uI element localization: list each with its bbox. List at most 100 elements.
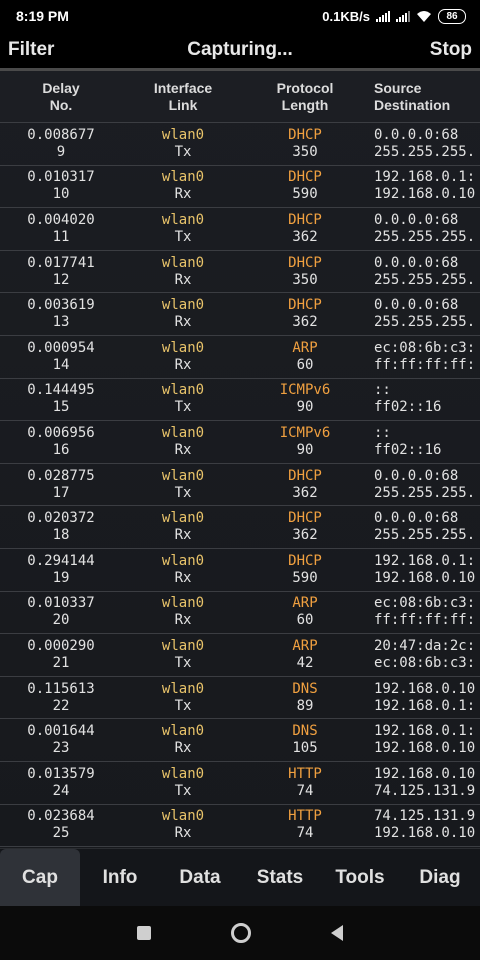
tab-data[interactable]: Data xyxy=(160,849,240,906)
table-row[interactable]: 0.294144 19 wlan0 Rx DHCP 590 192.168.0.1: 192.… xyxy=(0,549,480,592)
cell-link: Rx xyxy=(174,569,192,586)
cell-source: 192.168.0.10 xyxy=(374,765,476,782)
table-row[interactable]: 0.013579 24 wlan0 Tx HTTP 74 192.168.0.10 74.12… xyxy=(0,762,480,805)
table-row[interactable]: 0.001644 23 wlan0 Rx DNS 105 192.168.0.1: 192.1… xyxy=(0,719,480,762)
cell-delay: 0.008677 xyxy=(27,126,95,143)
cell-length: 362 xyxy=(292,527,318,544)
cell-no: 21 xyxy=(52,654,70,671)
table-row[interactable]: 0.003619 13 wlan0 Rx DHCP 362 0.0.0.0:68 255.25… xyxy=(0,293,480,336)
cell-protocol: ARP xyxy=(292,595,318,612)
cell-source: 192.168.0.10 xyxy=(374,680,476,697)
cell-destination: 192.168.0.10 xyxy=(374,740,476,757)
tab-tools[interactable]: Tools xyxy=(320,849,400,906)
header-protocol-length[interactable]: Protocol Length xyxy=(244,80,366,114)
cell-source: 74.125.131.9 xyxy=(374,808,476,825)
tab-info[interactable]: Info xyxy=(80,849,160,906)
tab-stats[interactable]: Stats xyxy=(240,849,320,906)
table-row[interactable]: 0.017741 12 wlan0 Rx DHCP 350 0.0.0.0:68 255.25… xyxy=(0,251,480,294)
cell-no: 19 xyxy=(52,569,70,586)
cell-destination: 74.125.131.9 xyxy=(374,782,476,799)
table-cell: wlan0 Rx xyxy=(122,510,244,544)
table-cell: DHCP 350 xyxy=(244,127,366,161)
table-cell: 0.0.0.0:68 255.255.255. xyxy=(366,297,480,331)
cell-destination: 255.255.255. xyxy=(374,314,476,331)
table-row[interactable]: 0.000290 21 wlan0 Tx ARP 42 20:47:da:2c: ec:08:… xyxy=(0,634,480,677)
cell-delay: 0.004020 xyxy=(27,211,95,228)
cell-delay: 0.013579 xyxy=(27,765,95,782)
table-row[interactable]: 0.008677 9 wlan0 Tx DHCP 350 0.0.0.0:68 255.255… xyxy=(0,123,480,166)
cell-destination: 192.168.0.10 xyxy=(374,569,476,586)
cell-source: ec:08:6b:c3: xyxy=(374,595,476,612)
cell-link: Rx xyxy=(174,271,192,288)
table-cell: DHCP 362 xyxy=(244,510,366,544)
tab-diag[interactable]: Diag xyxy=(400,849,480,906)
table-cell: wlan0 Rx xyxy=(122,595,244,629)
table-row[interactable]: 0.004020 11 wlan0 Tx DHCP 362 0.0.0.0:68 255.25… xyxy=(0,208,480,251)
cell-interface: wlan0 xyxy=(161,169,205,186)
cell-link: Tx xyxy=(174,697,192,714)
table-cell: :: ff02::16 xyxy=(366,425,480,459)
cell-length: 590 xyxy=(292,569,318,586)
table-row[interactable]: 0.006956 16 wlan0 Rx ICMPv6 90:: ff02::16 xyxy=(0,421,480,464)
back-icon[interactable] xyxy=(331,925,343,941)
table-cell: 0.010337 20 xyxy=(0,595,122,629)
table-row[interactable]: 0.144495 15 wlan0 Tx ICMPv6 90:: ff02::16 xyxy=(0,379,480,422)
filter-button[interactable]: Filter xyxy=(8,39,54,61)
stop-button[interactable]: Stop xyxy=(430,39,472,61)
cell-protocol: DHCP xyxy=(288,510,322,527)
signal-icon xyxy=(376,10,390,22)
table-cell: DHCP 362 xyxy=(244,212,366,246)
header-delay-no[interactable]: Delay No. xyxy=(0,80,122,114)
cell-protocol: ARP xyxy=(292,637,318,654)
table-cell: DHCP 590 xyxy=(244,169,366,203)
cell-source: ec:08:6b:c3: xyxy=(374,339,476,356)
cell-no: 24 xyxy=(52,782,70,799)
bottom-tab-bar: Cap Info Data Stats Tools Diag xyxy=(0,848,480,906)
cell-destination: 255.255.255. xyxy=(374,527,476,544)
table-row[interactable]: 0.023684 25 wlan0 Rx HTTP 74 74.125.131.9 192.1… xyxy=(0,805,480,848)
table-cell: 0.0.0.0:68 255.255.255. xyxy=(366,468,480,502)
cell-source: 192.168.0.1: xyxy=(374,169,476,186)
table-cell: wlan0 Tx xyxy=(122,127,244,161)
table-cell: wlan0 Rx xyxy=(122,169,244,203)
cell-protocol: HTTP xyxy=(288,808,322,825)
cell-interface: wlan0 xyxy=(161,808,205,825)
cell-length: 90 xyxy=(296,441,314,458)
table-cell: 0.294144 19 xyxy=(0,553,122,587)
table-cell: 0.144495 15 xyxy=(0,382,122,416)
cell-destination: 192.168.0.10 xyxy=(374,825,476,842)
table-cell: wlan0 Tx xyxy=(122,681,244,715)
header-source-destination[interactable]: Source Destination xyxy=(366,80,480,114)
packet-table[interactable]: Delay No. Interface Link Protocol Length… xyxy=(0,71,480,848)
table-row[interactable]: 0.010337 20 wlan0 Rx ARP 60 ec:08:6b:c3: ff:ff:… xyxy=(0,592,480,635)
header-destination-label: Destination xyxy=(374,96,451,113)
cell-destination: 192.168.0.1: xyxy=(374,697,476,714)
table-cell: DNS 89 xyxy=(244,681,366,715)
cell-destination: ff:ff:ff:ff: xyxy=(374,356,476,373)
header-protocol-label: Protocol xyxy=(276,79,334,96)
cell-interface: wlan0 xyxy=(161,297,205,314)
table-row[interactable]: 0.010317 10 wlan0 Rx DHCP 590 192.168.0.1: 192.… xyxy=(0,166,480,209)
status-bar: 8:19 PM 0.1KB/s 86 xyxy=(0,0,480,32)
cell-source: 0.0.0.0:68 xyxy=(374,297,459,314)
cell-delay: 0.023684 xyxy=(27,808,95,825)
cell-protocol: DHCP xyxy=(288,169,322,186)
cell-source: 192.168.0.1: xyxy=(374,552,476,569)
cell-length: 350 xyxy=(292,271,318,288)
cell-interface: wlan0 xyxy=(161,467,205,484)
recents-icon[interactable] xyxy=(137,926,151,940)
table-row[interactable]: 0.020372 18 wlan0 Rx DHCP 362 0.0.0.0:68 255.25… xyxy=(0,506,480,549)
header-interface-link[interactable]: Interface Link xyxy=(122,80,244,114)
table-row[interactable]: 0.000954 14 wlan0 Rx ARP 60 ec:08:6b:c3: ff:ff:… xyxy=(0,336,480,379)
cell-length: 74 xyxy=(296,782,314,799)
cell-delay: 0.028775 xyxy=(27,467,95,484)
tab-cap[interactable]: Cap xyxy=(0,849,80,906)
cell-destination: 192.168.0.10 xyxy=(374,186,476,203)
cell-delay: 0.006956 xyxy=(27,424,95,441)
home-icon[interactable] xyxy=(231,923,251,943)
table-cell: 0.006956 16 xyxy=(0,425,122,459)
cell-length: 105 xyxy=(292,740,318,757)
table-row[interactable]: 0.115613 22 wlan0 Tx DNS 89 192.168.0.10 192.16… xyxy=(0,677,480,720)
cell-length: 590 xyxy=(292,186,318,203)
table-row[interactable]: 0.028775 17 wlan0 Tx DHCP 362 0.0.0.0:68 255.25… xyxy=(0,464,480,507)
